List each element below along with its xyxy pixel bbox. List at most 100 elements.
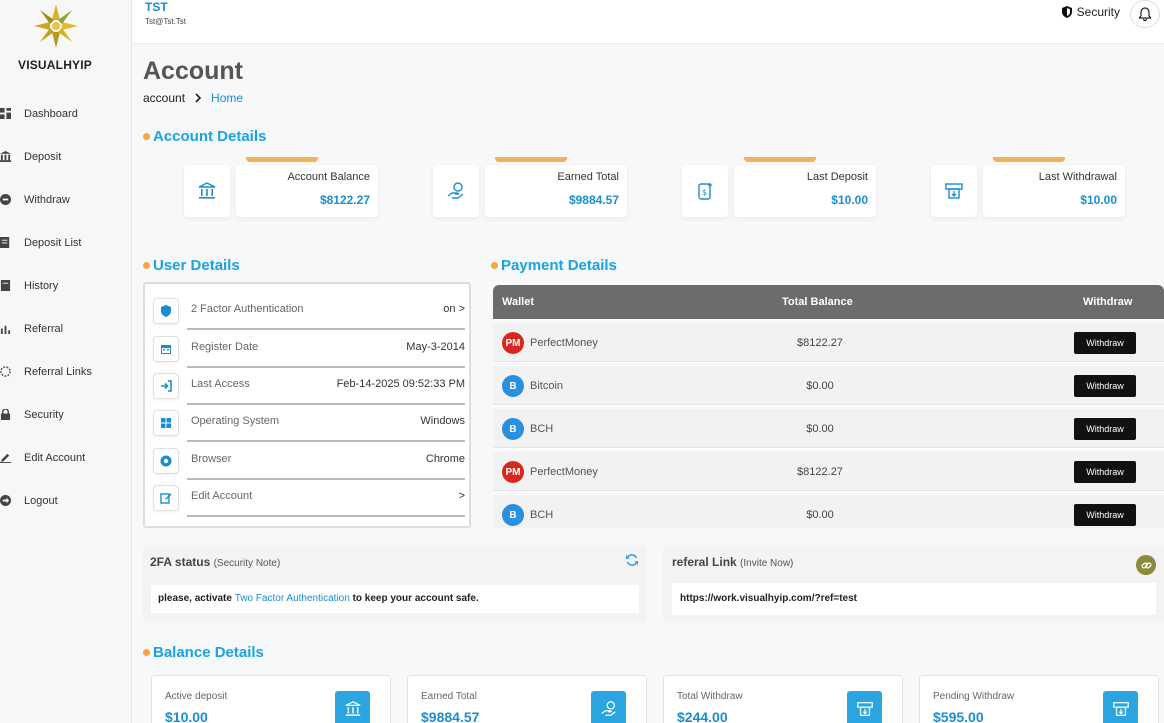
card-body: Account Balance $8122.27 bbox=[236, 165, 378, 217]
twofa-message: please, activate Two Factor Authenticati… bbox=[151, 585, 639, 613]
sidebar-item-history[interactable]: History bbox=[0, 264, 132, 307]
logout-icon bbox=[0, 495, 24, 506]
user-row-value: May-3-2014 bbox=[406, 341, 465, 353]
bell-icon bbox=[1138, 7, 1152, 21]
twofa-status-box: 2FA status (Security Note) please, activ… bbox=[143, 545, 647, 623]
link-icon bbox=[0, 366, 24, 377]
wallet-balance: $0.00 bbox=[806, 380, 834, 392]
sidebar-item-security[interactable]: Security bbox=[0, 393, 132, 436]
twofa-msg-after: to keep your account safe. bbox=[352, 593, 479, 604]
breadcrumb-current: account bbox=[143, 91, 186, 105]
sidebar-item-deposit-list[interactable]: Deposit List bbox=[0, 221, 132, 264]
security-link[interactable]: Security bbox=[1061, 5, 1120, 19]
card-body: Last Deposit $10.00 bbox=[734, 165, 876, 217]
user-row-value: Windows bbox=[420, 415, 465, 427]
payment-details-heading: Payment Details bbox=[491, 257, 617, 274]
sidebar-item-referral[interactable]: Referral bbox=[0, 307, 132, 350]
sidebar-item-deposit[interactable]: Deposit bbox=[0, 135, 132, 178]
hand-coin-icon bbox=[433, 165, 479, 217]
referral-url[interactable]: https://work.visualhyip.com/?ref=test bbox=[672, 583, 1156, 615]
bitcoin-logo-icon: B bbox=[502, 375, 524, 397]
sidebar-item-label: Deposit List bbox=[24, 236, 82, 249]
card-value: $10.00 bbox=[1080, 193, 1117, 207]
user-row-last-access: Last Access Feb-14-2025 09:52:33 PM bbox=[153, 367, 465, 405]
withdraw-button[interactable]: Withdraw bbox=[1074, 504, 1136, 526]
card-accent-stripe bbox=[744, 157, 816, 162]
referral-link-box: referal Link (Invite Now) https://work.v… bbox=[663, 545, 1164, 623]
card-value: $244.00 bbox=[677, 709, 728, 723]
atm-icon bbox=[1103, 691, 1138, 723]
wallet-balance: $8122.27 bbox=[797, 337, 843, 349]
breadcrumb-home-link[interactable]: Home bbox=[211, 91, 243, 105]
sidebar-item-referral-links[interactable]: Referral Links bbox=[0, 350, 132, 393]
windows-icon bbox=[153, 410, 179, 436]
user-row-label: Last Access bbox=[191, 378, 250, 390]
wallet-name: PerfectMoney bbox=[530, 337, 598, 349]
wallet-balance: $0.00 bbox=[806, 423, 834, 435]
card-accent-stripe bbox=[993, 157, 1065, 162]
user-row-value: on > bbox=[443, 303, 465, 315]
perfectmoney-logo-icon: PM bbox=[502, 332, 524, 354]
withdraw-button[interactable]: Withdraw bbox=[1074, 332, 1136, 354]
section-title-text: Payment Details bbox=[501, 257, 617, 274]
withdraw-button[interactable]: Withdraw bbox=[1074, 375, 1136, 397]
card-value: $9884.57 bbox=[568, 193, 619, 207]
brand-name: VISUALHYIP bbox=[17, 58, 92, 72]
sidebar-item-withdraw[interactable]: Withdraw bbox=[0, 178, 132, 221]
user-details-heading: User Details bbox=[143, 257, 240, 274]
card-value: $10.00 bbox=[165, 709, 208, 723]
twofa-title-text: 2FA status bbox=[150, 555, 211, 569]
notification-button[interactable] bbox=[1130, 0, 1160, 28]
list-icon bbox=[0, 237, 24, 248]
twofa-activate-link[interactable]: Two Factor Authentication bbox=[235, 593, 350, 604]
card-label: Earned Total bbox=[421, 691, 477, 702]
twofa-subtitle: (Security Note) bbox=[213, 558, 281, 569]
browser-icon bbox=[153, 448, 179, 474]
card-value: $8122.27 bbox=[319, 193, 370, 207]
copy-link-icon[interactable] bbox=[1136, 555, 1156, 575]
chevron-right-icon bbox=[195, 93, 202, 103]
user-row-edit-account[interactable]: Edit Account > bbox=[153, 479, 465, 517]
sidebar-item-edit-account[interactable]: Edit Account bbox=[0, 436, 132, 479]
wallet-name: BCH bbox=[530, 423, 554, 435]
active-deposit-card: Active deposit $10.00 bbox=[151, 675, 391, 723]
page-title: Account bbox=[143, 57, 243, 85]
card-label: Last Deposit bbox=[806, 171, 868, 183]
card-label: Pending Withdraw bbox=[933, 691, 1015, 702]
sidebar-item-label: Edit Account bbox=[24, 451, 86, 464]
sidebar-nav: Dashboard Deposit Withdraw Deposit List … bbox=[0, 92, 132, 522]
withdraw-button[interactable]: Withdraw bbox=[1074, 418, 1136, 440]
section-title-text: Balance Details bbox=[153, 644, 264, 661]
sidebar-item-label: Logout bbox=[24, 494, 58, 507]
user-row-label: Edit Account bbox=[191, 490, 253, 502]
refresh-icon[interactable] bbox=[625, 553, 639, 567]
card-value: $10.00 bbox=[831, 193, 868, 207]
account-details-heading: Account Details bbox=[143, 128, 266, 145]
login-icon bbox=[153, 373, 179, 399]
shield-icon bbox=[1061, 6, 1072, 18]
calendar-icon bbox=[153, 336, 179, 362]
card-value: $9884.57 bbox=[421, 709, 480, 723]
pending-withdraw-card: Pending Withdraw $595.00 bbox=[919, 675, 1159, 723]
sidebar-item-label: History bbox=[24, 279, 59, 292]
section-title-text: Account Details bbox=[153, 128, 267, 145]
user-row-label: 2 Factor Authentication bbox=[191, 303, 304, 315]
sidebar-item-label: Referral Links bbox=[24, 365, 92, 378]
sidebar-item-label: Withdraw bbox=[24, 193, 70, 206]
chart-icon bbox=[0, 323, 24, 334]
row-divider bbox=[187, 515, 465, 517]
user-row-label: Browser bbox=[191, 453, 232, 465]
sidebar-item-label: Security bbox=[24, 408, 64, 421]
user-row-2fa[interactable]: 2 Factor Authentication on > bbox=[153, 292, 465, 330]
user-row-label: Register Date bbox=[191, 341, 259, 353]
withdraw-button[interactable]: Withdraw bbox=[1074, 461, 1136, 483]
sidebar-item-label: Dashboard bbox=[24, 107, 78, 120]
table-row: B BCH $0.00 Withdraw bbox=[493, 495, 1164, 528]
card-label: Last Withdrawal bbox=[1038, 171, 1117, 183]
sidebar-item-label: Deposit bbox=[24, 150, 62, 163]
user-row-browser: Browser Chrome bbox=[153, 442, 465, 480]
sidebar-item-logout[interactable]: Logout bbox=[0, 479, 132, 522]
user-details-panel: 2 Factor Authentication on > Register Da… bbox=[143, 282, 471, 528]
bank-icon bbox=[184, 165, 230, 217]
sidebar-item-dashboard[interactable]: Dashboard bbox=[0, 92, 132, 135]
